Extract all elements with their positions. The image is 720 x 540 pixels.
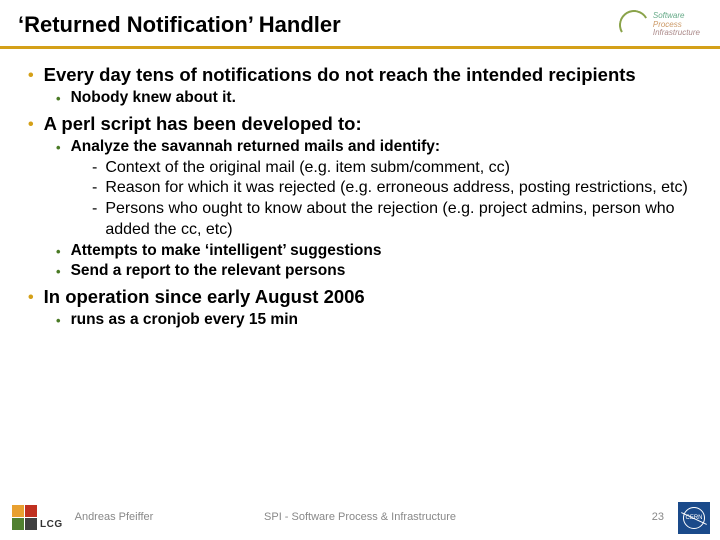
slide-title: ‘Returned Notification’ Handler xyxy=(18,12,341,38)
cern-circle-icon: CERN xyxy=(683,507,705,529)
slide-footer: LCG Andreas Pfeiffer SPI - Software Proc… xyxy=(0,498,720,540)
bullet-icon: • xyxy=(28,115,34,135)
slide-header: ‘Returned Notification’ Handler Software… xyxy=(0,0,720,49)
bullet-icon: • xyxy=(56,264,61,281)
spi-arc-icon xyxy=(615,7,652,44)
bullet-icon: • xyxy=(56,244,61,261)
list-item: • Every day tens of notifications do not… xyxy=(28,63,692,108)
list-item: • In operation since early August 2006 •… xyxy=(28,285,692,330)
list-item: • Analyze the savannah returned mails an… xyxy=(56,137,692,240)
list-item: • runs as a cronjob every 15 min xyxy=(56,310,692,330)
list-item: -Reason for which it was rejected (e.g. … xyxy=(92,178,692,199)
footer-author: Andreas Pfeiffer xyxy=(75,511,154,523)
page-number: 23 xyxy=(652,511,664,523)
lcg-text: LCG xyxy=(40,519,63,530)
list-item: • Send a report to the relevant persons xyxy=(56,261,692,281)
list-item: • A perl script has been developed to: •… xyxy=(28,112,692,281)
dash-icon: - xyxy=(92,178,97,199)
dash-icon: - xyxy=(92,199,97,220)
bullet-icon: • xyxy=(56,313,61,330)
bullet-icon: • xyxy=(28,66,34,86)
list-item: • Nobody knew about it. xyxy=(56,88,692,108)
spi-logo-text: Software Process Infrastructure xyxy=(653,12,700,38)
bullet-icon: • xyxy=(28,288,34,308)
bullet-icon: • xyxy=(56,91,61,108)
footer-center: SPI - Software Process & Infrastructure xyxy=(264,511,456,523)
slide-body: • Every day tens of notifications do not… xyxy=(0,49,720,330)
dash-icon: - xyxy=(92,158,97,179)
spi-logo: Software Process Infrastructure xyxy=(619,10,700,40)
list-item: -Context of the original mail (e.g. item… xyxy=(92,158,692,179)
lcg-logo: LCG xyxy=(12,505,63,530)
lcg-blocks-icon xyxy=(12,505,37,530)
cern-logo: CERN xyxy=(678,502,710,534)
bullet-list: • Every day tens of notifications do not… xyxy=(28,63,692,330)
list-item: • Attempts to make ‘intelligent’ suggest… xyxy=(56,241,692,261)
bullet-icon: • xyxy=(56,140,61,157)
list-item: -Persons who ought to know about the rej… xyxy=(92,199,692,241)
